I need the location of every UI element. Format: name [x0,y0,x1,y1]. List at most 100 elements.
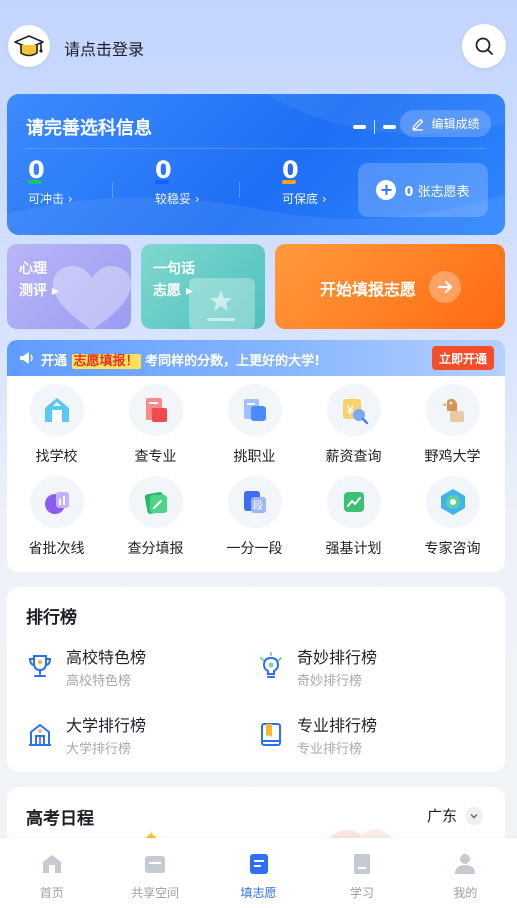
home-icon [42,855,61,873]
university-building-icon [29,724,51,746]
ranking-item-major[interactable]: 专业排行榜 专业排行榜 [257,712,477,762]
wish-count: 0 [404,184,414,200]
major-book-icon [128,384,183,436]
stat-label: 可冲击 [28,192,65,206]
career-icon [227,384,282,436]
tool-label: 省批次线 [28,541,85,557]
tool-score-segment[interactable]: 段 一分一段 [205,468,304,558]
tool-find-school[interactable]: 找学校 [7,376,106,466]
edit-scores-label: 编辑成绩 [431,117,480,131]
search-icon [475,37,493,55]
saying-line1: 一句话 [153,261,195,277]
stat-label: 较稳妥 [155,192,192,206]
heart-icon [53,266,131,329]
frame-star-icon [189,278,255,329]
ranking-item-wonder[interactable]: 奇妙排行榜 奇妙排行榜 [257,644,477,694]
edit-scores-button[interactable]: 编辑成绩 [400,110,491,137]
tool-label: 找学校 [35,449,78,465]
expert-consult-icon [425,476,480,528]
tool-career[interactable]: 挑职业 [205,376,304,466]
tool-strong-base[interactable]: 强基计划 [304,468,403,558]
start-filling-label: 开始填报志愿 [320,280,417,299]
stat-value: 0 [282,156,299,184]
tool-major[interactable]: 查专业 [106,376,205,466]
ranking-card: 排行榜 高校特色榜 高校特色榜 奇妙排行榜 奇妙排行榜 大学排行榜 大学排行榜 [7,587,505,772]
stat-secure[interactable]: 0 可保底 › [282,156,362,207]
tab-label: 我的 [453,886,478,900]
tool-label: 查分填报 [127,541,184,557]
chevron-down-icon [465,806,484,825]
tab-profile[interactable]: 我的 [414,838,517,908]
ranking-item-title: 大学排行榜 [66,716,147,735]
fill-wish-icon [249,854,268,874]
book-icon [261,723,281,746]
promo-banner[interactable]: 开通 志愿填报！ 考同样的分数，上更好的大学! 立即开通 [7,340,505,376]
tool-label: 专家咨询 [424,541,481,557]
tool-salary[interactable]: ¥ 薪资查询 [304,376,403,466]
psych-line1: 心理 [19,261,47,277]
saying-line2: 志愿 [153,283,181,299]
fake-university-icon [425,384,480,436]
region-selector[interactable]: 广东 [427,805,484,826]
tool-label: 查专业 [134,449,177,465]
psych-test-tile[interactable]: 心理 测评 ▸ [7,244,131,329]
stat-safe[interactable]: 0 较稳妥 › [155,156,235,207]
card-title: 请完善选科信息 [26,118,152,139]
tool-label: 薪资查询 [325,449,382,465]
tab-home[interactable]: 首页 [0,838,103,908]
shared-space-icon [145,856,166,873]
start-filling-tile[interactable]: 开始填报志愿 [275,244,505,329]
card-divider [26,148,486,149]
open-now-button[interactable]: 立即开通 [432,346,494,370]
ranking-item-title: 专业排行榜 [297,716,378,735]
stat-value: 0 [155,156,172,184]
ranking-item-school-feature[interactable]: 高校特色榜 高校特色榜 [26,644,246,694]
ranking-title: 排行榜 [26,608,77,628]
tab-shared-space[interactable]: 共享空间 [103,838,206,908]
tab-label: 学习 [349,886,374,900]
strong-base-icon [326,476,381,528]
trophy-icon [28,655,52,677]
stat-separator [112,182,113,198]
school-icon [29,384,84,436]
tool-score-fill[interactable]: 查分填报 [106,468,205,558]
tool-label: 野鸡大学 [424,449,481,465]
ranking-item-title: 奇妙排行榜 [297,648,378,667]
tab-fill-wish[interactable]: 填志愿 [207,838,310,908]
schedule-title: 高考日程 [26,809,94,829]
stat-separator [239,182,240,198]
edit-pencil-icon [412,118,424,131]
tool-fake-university[interactable]: 野鸡大学 [403,376,502,466]
tool-batch-line[interactable]: 省批次线 [7,468,106,558]
score-segment-icon: 段 [227,476,282,528]
wish-table-button[interactable]: + 0 张志愿表 [358,163,488,217]
stat-label: 可保底 [282,192,319,206]
bottom-tab-bar: 首页 共享空间 填志愿 学习 我的 [0,838,517,908]
svg-text:¥: ¥ [347,403,354,417]
tool-grid: 找学校 查专业 挑职业 ¥ 薪资查询 野鸡大学 省批次线 查分填报 段 一分一段… [7,376,505,572]
one-sentence-tile[interactable]: 一句话 志愿 ▸ [141,244,265,329]
profile-icon [455,854,476,874]
plus-icon: + [376,180,397,200]
lightbulb-icon [260,652,282,678]
banner-prefix: 开通 [41,354,68,369]
ranking-item-subtitle: 高校特色榜 [66,674,132,689]
login-prompt[interactable]: 请点击登录 [64,36,144,60]
svg-text:段: 段 [253,499,263,512]
ranking-item-university[interactable]: 大学排行榜 大学排行榜 [26,712,246,762]
tab-label: 共享空间 [131,886,180,900]
tab-label: 首页 [39,886,64,900]
tab-study[interactable]: 学习 [310,838,413,908]
arrow-right-icon [429,271,461,303]
avatar[interactable] [8,25,50,67]
tool-expert[interactable]: 专家咨询 [403,468,502,558]
banner-slogan: 考同样的分数，上更好的大学! [145,354,321,369]
wish-label: 张志愿表 [417,184,470,200]
study-icon [353,854,370,874]
psych-line2: 测评 [19,283,47,299]
stat-reach[interactable]: 0 可冲击 › [28,156,108,207]
subject-info-card[interactable]: 请完善选科信息 编辑成绩 0 可冲击 › 0 较稳妥 › 0 可保底 › + 0… [7,94,505,235]
search-button[interactable] [462,24,506,68]
banner-highlight: 志愿填报！ [71,354,141,369]
score-fill-icon [128,476,183,528]
